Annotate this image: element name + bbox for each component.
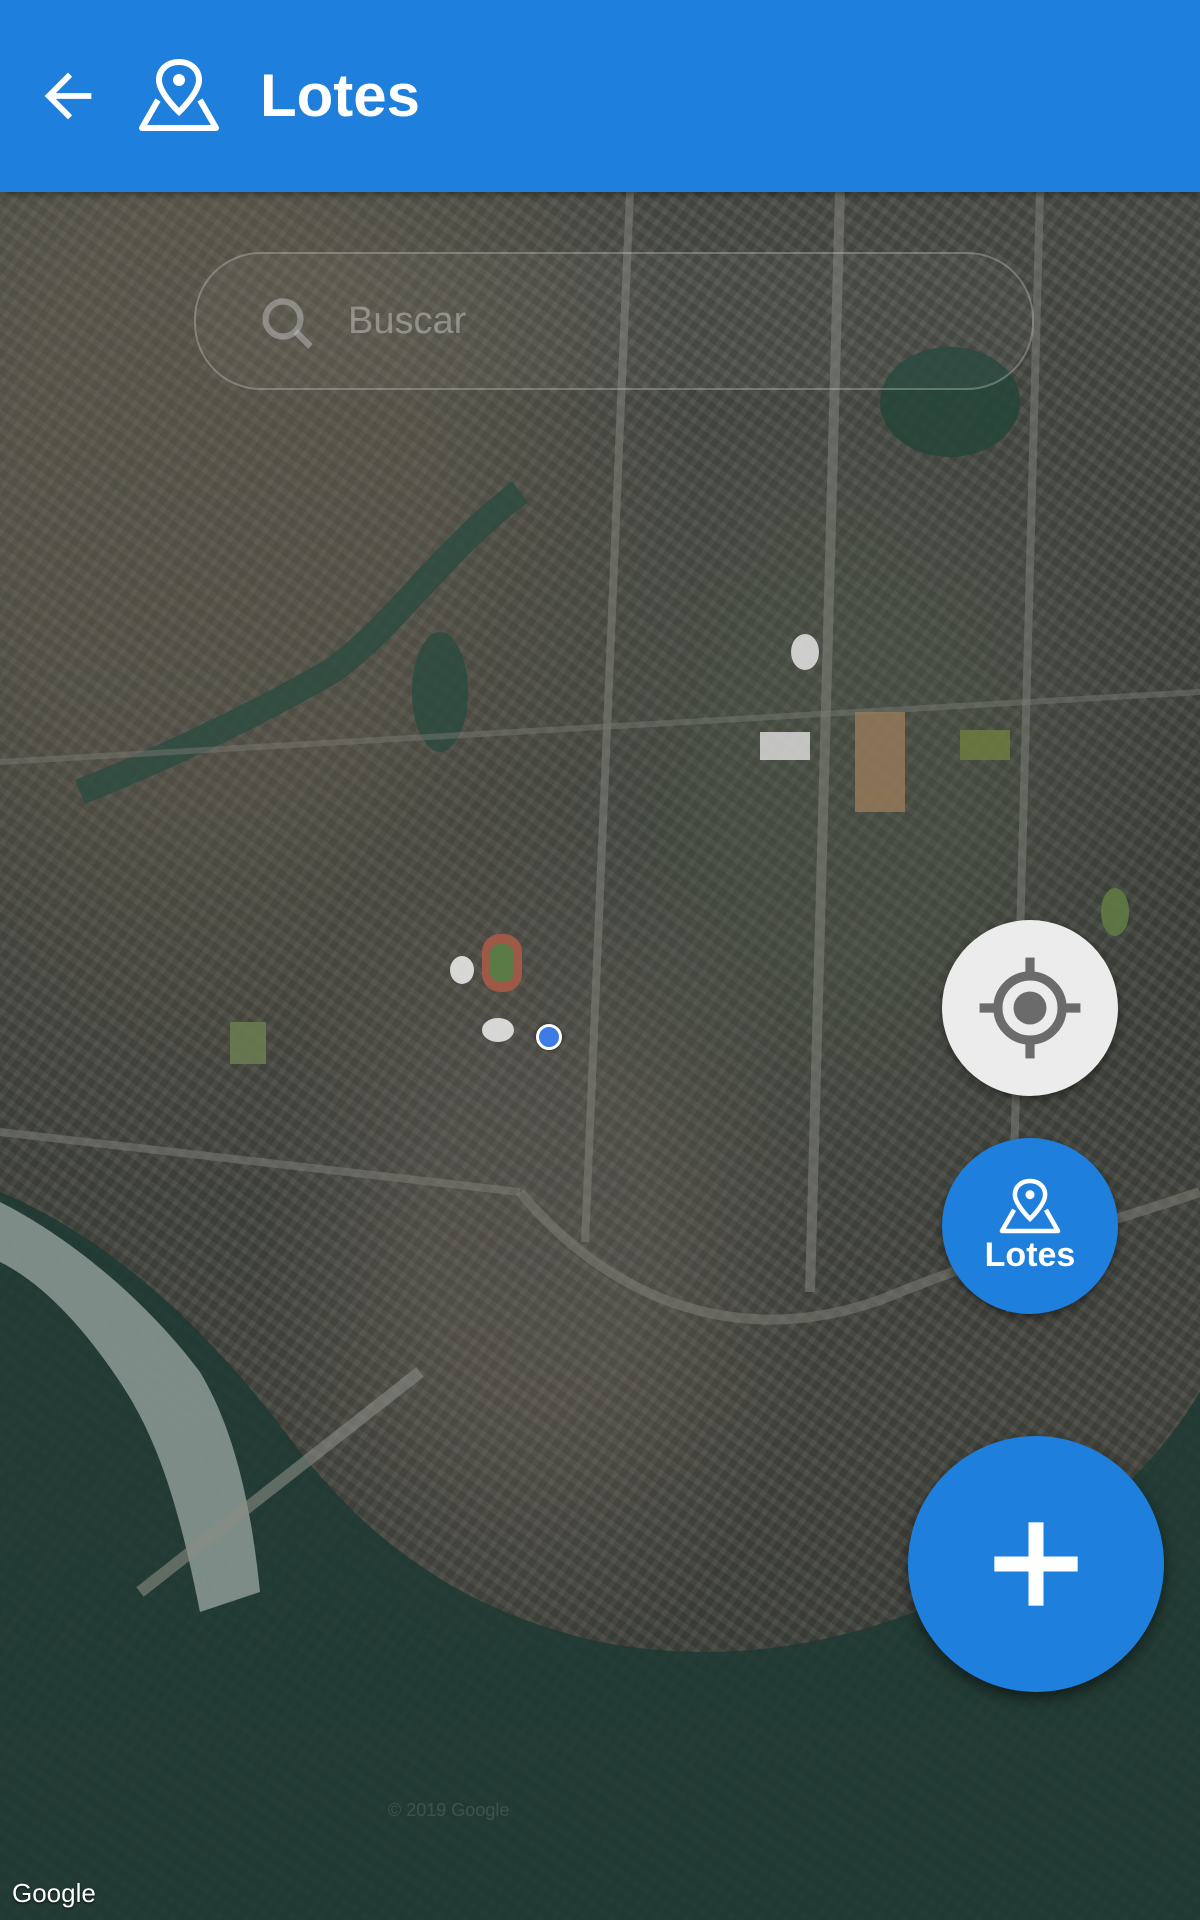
google-logo: Google (12, 1878, 96, 1908)
plus-icon (994, 1522, 1078, 1606)
current-location-marker (536, 1024, 562, 1050)
search-bar[interactable] (194, 252, 1034, 390)
app-bar: Lotes (0, 0, 1200, 192)
search-input[interactable] (346, 284, 990, 358)
lotes-button-label: Lotes (984, 1235, 1076, 1274)
page-title: Lotes (260, 62, 421, 129)
add-button[interactable] (908, 1436, 1164, 1692)
lotes-button[interactable]: Lotes (942, 1138, 1118, 1314)
map-copyright: © 2019 Google (388, 1800, 510, 1820)
back-button[interactable] (28, 56, 108, 136)
my-location-button[interactable] (942, 920, 1118, 1096)
crosshair-icon (979, 957, 1081, 1059)
map-pin-icon (999, 1178, 1061, 1233)
search-icon (262, 298, 313, 349)
map-pin-icon (139, 58, 219, 131)
arrow-left-icon (44, 72, 92, 120)
